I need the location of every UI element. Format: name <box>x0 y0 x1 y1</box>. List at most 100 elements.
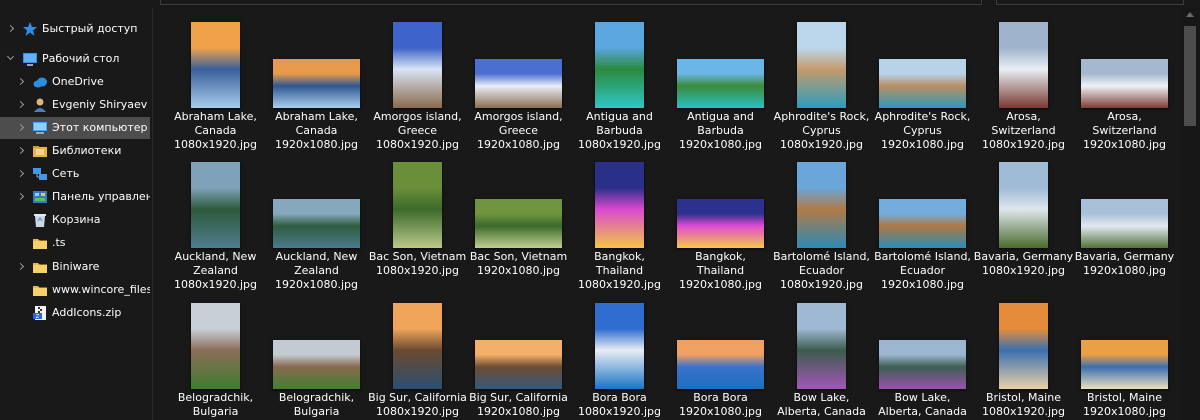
sidebar-item-сеть[interactable]: Сеть <box>0 163 150 185</box>
image-thumbnail[interactable] <box>797 162 846 248</box>
image-thumbnail[interactable] <box>1081 59 1168 108</box>
sidebar-item-быстрый-доступ[interactable]: Быстрый доступ <box>0 18 150 40</box>
file-item[interactable]: Bavaria, Germany 1920x1080.jpg <box>1074 158 1175 300</box>
file-item[interactable]: Antigua and Barbuda 1080x1920.jpg <box>569 18 670 160</box>
sidebar-item-evgeniy-shiryaev[interactable]: Evgeniy Shiryaev <box>0 94 150 116</box>
file-item[interactable]: Bristol, Maine 1080x1920.jpg <box>973 299 1074 420</box>
file-item[interactable]: Bartolomé Island, Ecuador 1920x1080.jpg <box>872 158 973 300</box>
sidebar-item-корзина[interactable]: Корзина <box>0 209 150 231</box>
file-item[interactable]: Big Sur, California 1920x1080.jpg <box>468 299 569 420</box>
sidebar-item-ts[interactable]: .ts <box>0 232 150 254</box>
svg-text:Z: Z <box>36 314 40 320</box>
sidebar-item-панель-управлени[interactable]: Панель управлени <box>0 186 150 208</box>
image-thumbnail[interactable] <box>677 59 764 108</box>
file-item[interactable]: Bangkok, Thailand 1920x1080.jpg <box>670 158 771 300</box>
sidebar-item-addicons-zip[interactable]: Z AddIcons.zip <box>0 302 150 324</box>
file-item[interactable]: Belogradchik, Bulgaria1080x1920.jpg <box>165 299 266 420</box>
image-thumbnail[interactable] <box>677 199 764 248</box>
file-item[interactable]: Arosa, Switzerland 1920x1080.jpg <box>1074 18 1175 160</box>
file-item[interactable]: Antigua and Barbuda 1920x1080.jpg <box>670 18 771 160</box>
image-thumbnail[interactable] <box>677 340 764 389</box>
file-item[interactable]: Arosa, Switzerland 1080x1920.jpg <box>973 18 1074 160</box>
scrollbar-thumb[interactable] <box>1184 26 1196 126</box>
expand-chevron-icon[interactable] <box>16 99 26 111</box>
image-thumbnail[interactable] <box>999 303 1048 389</box>
file-item[interactable]: Bac Son, Vietnam 1920x1080.jpg <box>468 158 569 300</box>
image-thumbnail[interactable] <box>273 199 360 248</box>
address-bar[interactable] <box>160 0 982 5</box>
image-thumbnail[interactable] <box>595 303 644 389</box>
image-thumbnail[interactable] <box>273 340 360 389</box>
image-thumbnail[interactable] <box>797 303 846 389</box>
image-thumbnail[interactable] <box>595 162 644 248</box>
file-item[interactable]: Amorgos island, Greece 1920x1080.jpg <box>468 18 569 160</box>
image-thumbnail[interactable] <box>879 199 966 248</box>
scroll-up-arrow[interactable] <box>1186 12 1194 17</box>
image-thumbnail[interactable] <box>797 22 846 108</box>
file-title: Antigua and Barbuda <box>687 110 754 137</box>
sidebar-item-www-wincore-files[interactable]: www.wincore_files <box>0 279 150 301</box>
image-thumbnail[interactable] <box>999 22 1048 108</box>
image-thumbnail[interactable] <box>273 59 360 108</box>
file-item[interactable]: Bristol, Maine 1920x1080.jpg <box>1074 299 1175 420</box>
sidebar-item-этот-компьютер[interactable]: Этот компьютер <box>0 117 150 139</box>
file-name: 1920x1080.jpg <box>1082 264 1166 277</box>
image-thumbnail[interactable] <box>191 162 240 248</box>
file-name-label: Bavaria, Germany 1080x1920.jpg <box>973 250 1074 278</box>
file-name: 1920x1080.jpg <box>476 405 560 418</box>
file-item[interactable]: Abraham Lake, Canada 1920x1080.jpg <box>266 18 367 160</box>
image-thumbnail[interactable] <box>1081 340 1168 389</box>
file-item[interactable]: Bangkok, Thailand 1080x1920.jpg <box>569 158 670 300</box>
sidebar-item-рабочий-стол[interactable]: Рабочий стол <box>0 48 150 70</box>
file-item[interactable]: Bow Lake, Alberta, Canada1920x1080.jpg <box>872 299 973 420</box>
expand-chevron-icon[interactable] <box>16 145 26 157</box>
file-item[interactable]: Amorgos island, Greece 1080x1920.jpg <box>367 18 468 160</box>
image-thumbnail[interactable] <box>879 59 966 108</box>
file-item[interactable]: Big Sur, California 1080x1920.jpg <box>367 299 468 420</box>
expand-chevron-icon[interactable] <box>6 23 16 35</box>
file-name-label: Bangkok, Thailand 1920x1080.jpg <box>670 250 771 292</box>
expand-chevron-icon[interactable] <box>16 76 26 88</box>
library-icon <box>32 143 48 159</box>
file-item[interactable]: Belogradchik, Bulgaria1920x1080.jpg <box>266 299 367 420</box>
search-box[interactable] <box>996 0 1184 5</box>
file-item[interactable]: Bow Lake, Alberta, Canada1080x1920.jpg <box>771 299 872 420</box>
expand-chevron-icon[interactable] <box>16 191 26 203</box>
file-name-label: Arosa, Switzerland 1920x1080.jpg <box>1074 110 1175 152</box>
file-item[interactable]: Auckland, New Zealand 1920x1080.jpg <box>266 158 367 300</box>
file-item[interactable]: Bavaria, Germany 1080x1920.jpg <box>973 158 1074 300</box>
file-item[interactable]: Aphrodite's Rock, Cyprus 1080x1920.jpg <box>771 18 872 160</box>
vertical-scrollbar[interactable] <box>1180 8 1200 420</box>
collapse-chevron-icon[interactable] <box>6 53 16 65</box>
image-thumbnail[interactable] <box>191 303 240 389</box>
file-name-label: Aphrodite's Rock, Cyprus 1920x1080.jpg <box>872 110 973 152</box>
file-name: 1920x1080.jpg <box>678 138 762 151</box>
file-item[interactable]: Bora Bora 1080x1920.jpg <box>569 299 670 420</box>
image-thumbnail[interactable] <box>393 22 442 108</box>
image-thumbnail[interactable] <box>999 162 1048 248</box>
image-thumbnail[interactable] <box>475 59 562 108</box>
image-thumbnail[interactable] <box>475 340 562 389</box>
file-item[interactable]: Bora Bora 1920x1080.jpg <box>670 299 771 420</box>
expand-chevron-icon[interactable] <box>16 261 26 273</box>
sidebar-item-onedrive[interactable]: OneDrive <box>0 71 150 93</box>
file-item[interactable]: Abraham Lake, Canada 1080x1920.jpg <box>165 18 266 160</box>
sidebar-item-label: Biniware <box>52 260 100 273</box>
file-item[interactable]: Aphrodite's Rock, Cyprus 1920x1080.jpg <box>872 18 973 160</box>
expand-chevron-icon[interactable] <box>16 168 26 180</box>
expand-chevron-icon[interactable] <box>16 122 26 134</box>
image-thumbnail[interactable] <box>191 22 240 108</box>
image-thumbnail[interactable] <box>879 340 966 389</box>
sidebar-item-библиотеки[interactable]: Библиотеки <box>0 140 150 162</box>
image-thumbnail[interactable] <box>1081 199 1168 248</box>
image-thumbnail[interactable] <box>475 199 562 248</box>
sidebar-item-label: www.wincore_files <box>52 283 150 296</box>
image-thumbnail[interactable] <box>393 303 442 389</box>
file-item[interactable]: Bac Son, Vietnam 1080x1920.jpg <box>367 158 468 300</box>
image-thumbnail[interactable] <box>595 22 644 108</box>
file-item[interactable]: Bartolomé Island, Ecuador 1080x1920.jpg <box>771 158 872 300</box>
file-title: Amorgos island, Greece <box>373 110 462 137</box>
sidebar-item-biniware[interactable]: Biniware <box>0 256 150 278</box>
image-thumbnail[interactable] <box>393 162 442 248</box>
file-item[interactable]: Auckland, New Zealand 1080x1920.jpg <box>165 158 266 300</box>
